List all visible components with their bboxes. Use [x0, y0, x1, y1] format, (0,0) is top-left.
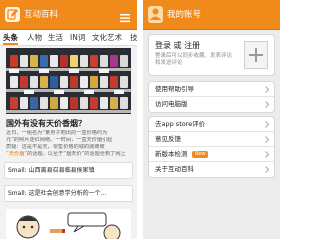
tab-in-words[interactable]: IN词 [70, 31, 85, 44]
cigarette-shelf-photo[interactable] [6, 48, 131, 114]
cigarette-pack [10, 76, 18, 88]
cigarette-pack [20, 97, 28, 109]
menu-item-rate-app[interactable]: 去app store评价 [149, 117, 274, 132]
menu-item-check-update[interactable]: 新版本检测 New [149, 147, 274, 162]
chevron-right-icon [265, 166, 269, 173]
price-tag [114, 90, 124, 94]
cigarette-pack [100, 76, 108, 88]
tab-tech[interactable]: 技 [130, 31, 137, 44]
cigarette-pack [70, 97, 78, 109]
price-tag [54, 90, 64, 94]
new-badge: New [192, 151, 209, 158]
cigarette-pack [40, 76, 48, 88]
excerpt-line: 质疑：这是不是天，零售价格的城的城坡坡 [6, 144, 105, 150]
menu-item-usage-guide[interactable]: 使用帮助引导 [149, 82, 274, 97]
cigarette-pack [30, 55, 38, 67]
tab-culture-art[interactable]: 文化艺术 [92, 31, 122, 44]
list-item[interactable]: Small: 山西离县召县临县侯家镇 [4, 162, 133, 179]
chevron-right-icon [265, 101, 269, 108]
app-title: 互动百科 [24, 10, 59, 20]
chevron-right-icon [265, 86, 269, 93]
top-nav-bar: 互动百科 [0, 0, 137, 30]
price-tag [84, 90, 94, 94]
chevron-right-icon [265, 121, 269, 128]
chevron-right-icon [265, 136, 269, 143]
price-tag [99, 69, 109, 73]
cigarette-pack [110, 55, 118, 67]
my-account-screen: 我的账号 登录 或 注册 登录后可以同步收藏、发表评论和发送评论 使用帮助引导 … [143, 0, 280, 239]
cigarette-pack [110, 76, 118, 88]
cigarette-pack [20, 76, 28, 88]
menu-item-feedback[interactable]: 意见反馈 [149, 132, 274, 147]
news-feed-screen: 互动百科 头条 人物 生活 IN词 文化艺术 技 国外有没有天价香烟？ 近日，一… [0, 0, 137, 239]
menu-item-label: 新版本检测 [155, 150, 188, 158]
tab-people[interactable]: 人物 [27, 31, 42, 44]
cigarette-pack [30, 76, 38, 88]
hudong-logo-icon [5, 7, 20, 22]
login-register-label[interactable]: 登录 或 注册 [155, 40, 200, 51]
lead-article-headline[interactable]: 国外有没有天价香烟？ [6, 118, 131, 129]
excerpt-line: 近日，一组名为“某男子晒出的一盒价格约为 [6, 130, 108, 136]
category-tabs: 头条 人物 生活 IN词 文化艺术 技 [0, 30, 137, 46]
login-card[interactable]: 登录 或 注册 登录后可以同步收藏、发表评论和发送评论 [148, 34, 275, 76]
cigarette-pack [60, 55, 68, 67]
tab-life[interactable]: 生活 [48, 31, 63, 44]
cigarette-pack [60, 97, 68, 109]
price-tag [39, 69, 49, 73]
cigarette-pack [60, 76, 68, 88]
cigarette-pack [80, 97, 88, 109]
shelf [6, 110, 131, 113]
cigarette-pack [90, 55, 98, 67]
lead-article-excerpt: 近日，一组名为“某男子晒出的一盒价格约为 元”的照片走红网络。一时间，一盒天价烟… [6, 130, 131, 158]
cigarette-pack [90, 76, 98, 88]
cigarette-pack [110, 97, 118, 109]
cigarette-pack [10, 97, 18, 109]
menu-item-about[interactable]: 关于互动百科 [149, 162, 274, 177]
menu-item-label: 使用帮助引导 [155, 85, 194, 93]
cigarette-pack [40, 97, 48, 109]
cigarette-pack [50, 76, 58, 88]
cigarette-pack [30, 97, 38, 109]
excerpt-line-tail: 的话题，以至于“烟天价”的话题全到了网上 [26, 151, 126, 157]
excerpt-line: “天价烟”的话题，以至于“烟天价”的话题全到了网上 [6, 151, 131, 158]
cigarette-pack [100, 55, 108, 67]
menu-item-desktop-version[interactable]: 访问电脑版 [149, 97, 274, 112]
tab-headlines[interactable]: 头条 [3, 31, 18, 45]
back-arrow-icon[interactable] [148, 6, 163, 23]
cigarette-pack [80, 76, 88, 88]
price-tag [9, 69, 19, 73]
menu-item-label: 关于互动百科 [155, 165, 194, 173]
price-tag [24, 90, 34, 94]
cigarette-pack [80, 55, 88, 67]
price-tag [69, 69, 79, 73]
chevron-right-icon [265, 151, 269, 158]
excerpt-highlight: “天价烟” [6, 151, 27, 157]
cigarette-pack [70, 76, 78, 88]
cigarette-pack [50, 55, 58, 67]
login-hint: 登录后可以同步收藏、发表评论和发送评论 [155, 53, 233, 66]
hamburger-menu-icon[interactable] [119, 9, 131, 23]
top-nav-bar: 我的账号 [143, 0, 280, 30]
cigarette-pack [10, 55, 18, 67]
cigarette-pack [120, 76, 128, 88]
menu-group-about: 去app store评价 意见反馈 新版本检测 New 关于互动百科 [148, 116, 275, 178]
cigarette-pack [120, 55, 128, 67]
cigarette-pack [120, 97, 128, 109]
avatar-placeholder-icon[interactable] [244, 41, 268, 69]
page-title: 我的账号 [167, 10, 202, 20]
cigarette-pack [20, 55, 28, 67]
list-item[interactable]: Small: 这是社会创意学分析的一个… [4, 185, 133, 202]
cigarette-pack [50, 97, 58, 109]
menu-item-label: 去app store评价 [155, 120, 206, 128]
cigarette-pack [40, 55, 48, 67]
cartoon-illustration[interactable] [6, 209, 131, 239]
cigarette-pack [90, 97, 98, 109]
cigarette-pack [100, 97, 108, 109]
menu-item-label: 访问电脑版 [155, 100, 188, 108]
excerpt-line: 元”的照片走红网络。一时间，一盒天价烟引起 [6, 137, 113, 143]
menu-item-label: 意见反馈 [155, 135, 181, 143]
menu-group-help: 使用帮助引导 访问电脑版 [148, 81, 275, 113]
cigarette-pack [70, 55, 78, 67]
